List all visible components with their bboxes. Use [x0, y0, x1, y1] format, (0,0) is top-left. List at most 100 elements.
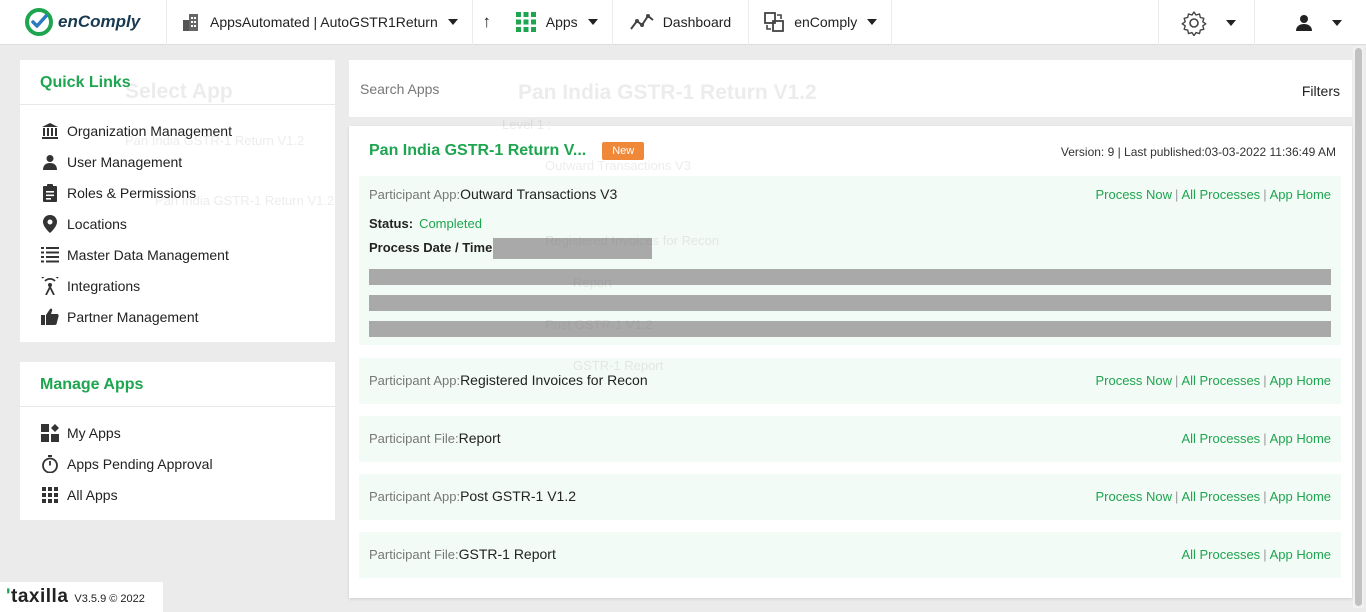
manage-apps-my-apps[interactable]: My Apps: [20, 417, 335, 448]
manage-apps-label: My Apps: [67, 424, 121, 441]
status-value: Completed: [419, 216, 482, 231]
quick-link-label: Integrations: [67, 277, 141, 294]
redacted-bar: [369, 269, 1331, 285]
redacted-bar: [369, 321, 1331, 337]
app-home-link[interactable]: App Home: [1270, 489, 1331, 504]
switch-product-icon: [764, 12, 785, 32]
participant-prefix: Participant App:: [369, 489, 461, 504]
my-apps-icon: [40, 423, 60, 443]
quick-link-locations[interactable]: Locations: [20, 208, 335, 239]
app-home-link[interactable]: App Home: [1270, 373, 1331, 388]
dashboard-label: Dashboard: [662, 14, 732, 30]
brand[interactable]: enComply: [0, 0, 167, 45]
process-now-link[interactable]: Process Now: [1095, 489, 1172, 504]
quick-link-label: User Management: [67, 153, 183, 170]
participant-row: Participant App:Registered Invoices for …: [359, 358, 1341, 404]
process-now-link[interactable]: Process Now: [1095, 187, 1172, 202]
participant-prefix: Participant App:: [369, 187, 461, 202]
product-dropdown[interactable]: enComply: [749, 0, 893, 45]
all-processes-link[interactable]: All Processes: [1181, 373, 1260, 388]
dashboard-link[interactable]: Dashboard: [613, 0, 750, 45]
apps-grid-icon: [515, 12, 536, 32]
redacted-date: [493, 238, 652, 259]
quick-links-title: Quick Links: [20, 60, 335, 105]
location-pin-icon: [40, 214, 60, 234]
process-date-label: Process Date / Time:: [369, 240, 497, 255]
participant-name: Post GSTR-1 V1.2: [460, 488, 576, 504]
app-home-link[interactable]: App Home: [1270, 187, 1331, 202]
workspace-label: AppsAutomated | AutoGSTR1Return: [210, 14, 438, 30]
manage-apps-panel: Manage Apps My Apps Apps Pending Approva…: [20, 362, 335, 520]
product-label: enComply: [794, 14, 858, 30]
process-now-link[interactable]: Process Now: [1095, 373, 1172, 388]
apps-label: Apps: [545, 14, 578, 30]
chevron-down-icon: [1226, 19, 1236, 26]
encomply-logo-icon: [25, 8, 53, 36]
participant-name: GSTR-1 Report: [458, 546, 556, 562]
user-icon: [1296, 14, 1312, 31]
manage-apps-all-apps[interactable]: All Apps: [20, 479, 335, 510]
redacted-bar: [369, 295, 1331, 311]
grid-icon: [40, 485, 60, 505]
quick-link-integrations[interactable]: Integrations: [20, 270, 335, 301]
footer: 'taxilla V3.5.9 © 2022: [0, 582, 163, 612]
stopwatch-icon: [40, 454, 60, 474]
thumbs-up-icon: [40, 307, 60, 327]
quick-link-label: Organization Management: [67, 122, 232, 139]
manage-apps-label: Apps Pending Approval: [67, 455, 213, 472]
gear-icon: [1181, 10, 1207, 36]
chevron-down-icon: [1332, 19, 1342, 26]
user-dropdown[interactable]: [1254, 0, 1366, 45]
scrollbar[interactable]: [1353, 46, 1364, 608]
master-data-icon: [40, 245, 60, 265]
manage-apps-label: All Apps: [67, 486, 118, 503]
apps-dropdown[interactable]: Apps: [501, 0, 613, 45]
all-processes-link[interactable]: All Processes: [1181, 547, 1260, 562]
quick-link-label: Partner Management: [67, 308, 199, 325]
settings-dropdown[interactable]: [1158, 0, 1254, 45]
chevron-down-icon: [587, 19, 598, 25]
all-processes-link[interactable]: All Processes: [1181, 489, 1260, 504]
brand-name: enComply: [58, 12, 141, 31]
taxilla-logo: 'taxilla: [6, 586, 69, 607]
app-home-link[interactable]: App Home: [1270, 547, 1331, 562]
search-bar: Filters: [349, 60, 1352, 117]
scrollbar-thumb[interactable]: [1355, 48, 1362, 606]
line-chart-icon: [629, 14, 654, 30]
workspace-dropdown[interactable]: AppsAutomated | AutoGSTR1Return: [167, 0, 473, 45]
chevron-down-icon: [447, 19, 458, 25]
quick-link-user-management[interactable]: User Management: [20, 146, 335, 177]
participant-name: Report: [458, 430, 501, 446]
filters-button[interactable]: Filters: [1302, 83, 1340, 99]
all-processes-link[interactable]: All Processes: [1181, 187, 1260, 202]
footer-version: V3.5.9 © 2022: [74, 593, 145, 605]
quick-link-label: Locations: [67, 215, 127, 232]
top-nav: enComply AppsAutomated | AutoGSTR1Return…: [0, 0, 1366, 45]
version-info: Version: 9 | Last published:03-03-2022 1…: [1060, 145, 1336, 159]
quick-link-partner-management[interactable]: Partner Management: [20, 301, 335, 332]
clipboard-icon: [40, 183, 60, 203]
participant-row: Participant File:Report All Processes | Ap…: [359, 416, 1341, 462]
bank-icon: [40, 121, 60, 141]
search-input[interactable]: [360, 80, 760, 97]
participant-name: Registered Invoices for Recon: [460, 372, 648, 388]
user-icon: [40, 152, 60, 172]
up-arrow-icon[interactable]: ↑: [473, 0, 501, 45]
manage-apps-pending-approval[interactable]: Apps Pending Approval: [20, 448, 335, 479]
quick-links-panel: Quick Links Organization Management User…: [20, 60, 335, 342]
quick-link-label: Master Data Management: [67, 246, 229, 263]
manage-apps-title: Manage Apps: [20, 362, 335, 407]
quick-link-roles-permissions[interactable]: Roles & Permissions: [20, 177, 335, 208]
chevron-down-icon: [867, 19, 878, 25]
participant-prefix: Participant File:: [369, 547, 459, 562]
status-label: Status:: [369, 216, 414, 231]
participant-name: Outward Transactions V3: [460, 186, 618, 202]
participant-row: Participant App:Post GSTR-1 V1.2 Process…: [359, 474, 1341, 520]
participant-prefix: Participant App:: [369, 373, 461, 388]
quick-link-master-data-management[interactable]: Master Data Management: [20, 239, 335, 270]
quick-link-organization-management[interactable]: Organization Management: [20, 115, 335, 146]
all-processes-link[interactable]: All Processes: [1181, 431, 1260, 446]
app-title[interactable]: Pan India GSTR-1 Return V...: [369, 142, 586, 160]
app-home-link[interactable]: App Home: [1270, 431, 1331, 446]
quick-link-label: Roles & Permissions: [67, 184, 197, 201]
